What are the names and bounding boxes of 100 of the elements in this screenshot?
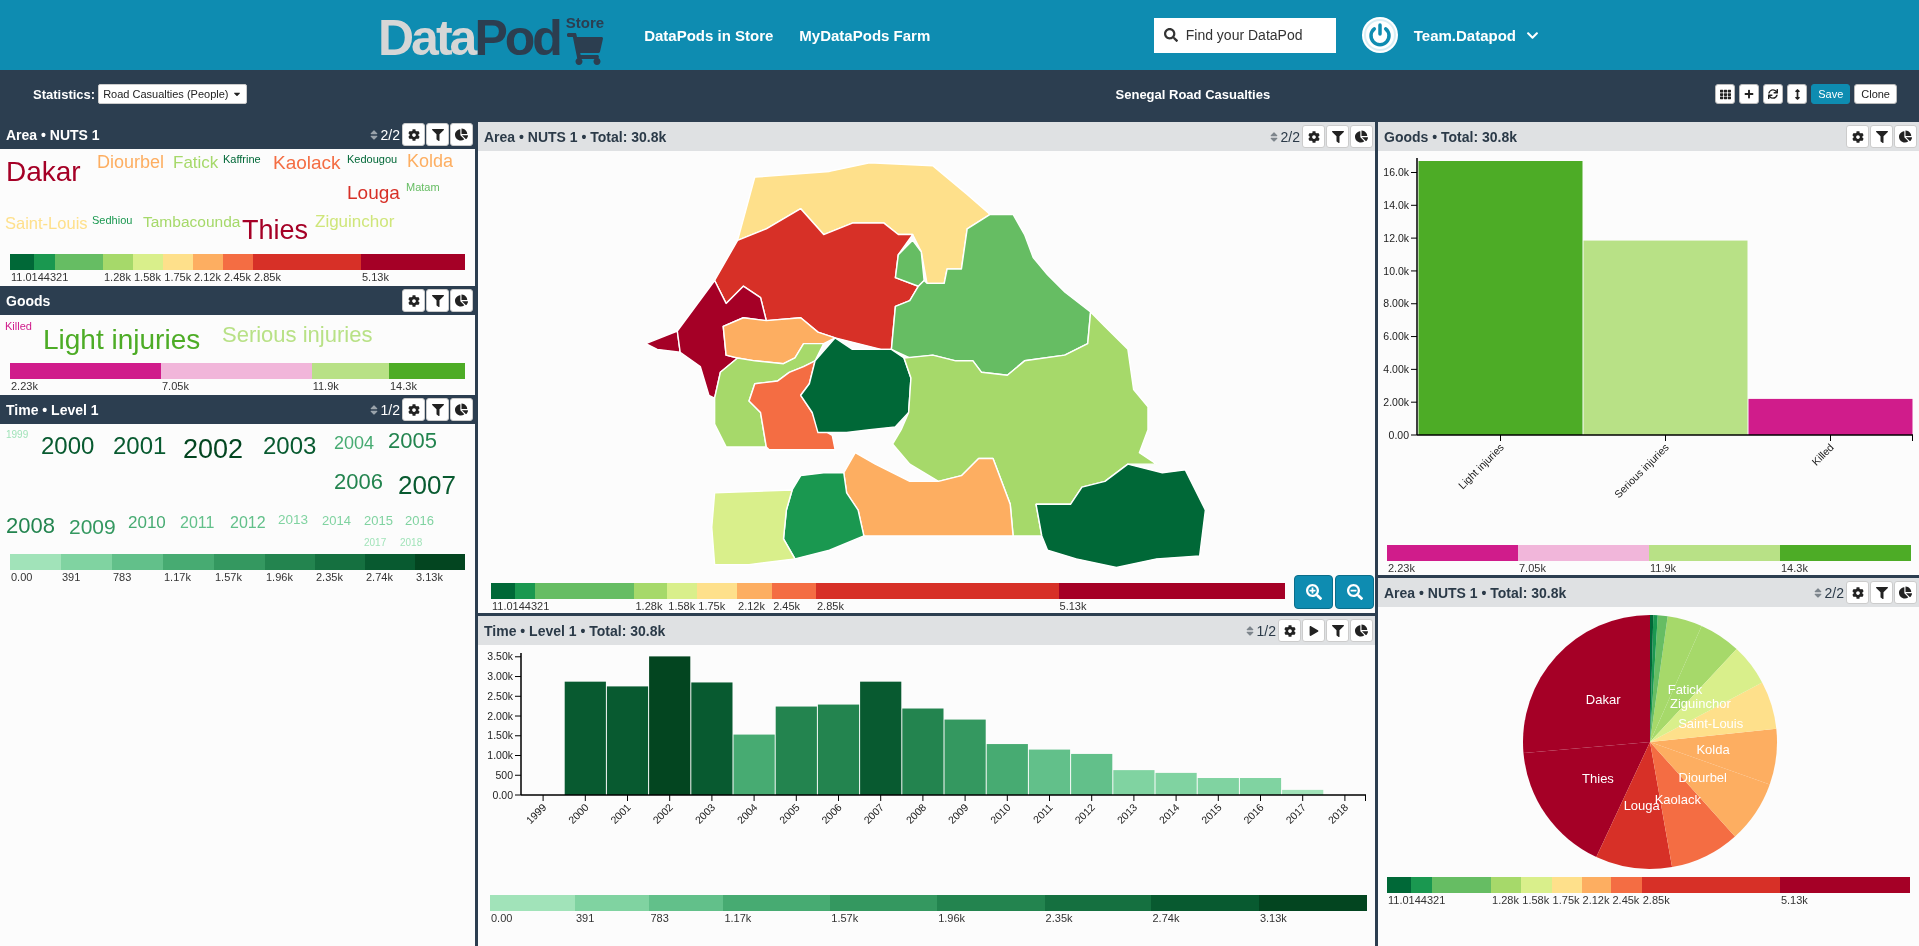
chart-bar[interactable] <box>606 686 649 795</box>
chart-type-button[interactable] <box>1894 125 1917 148</box>
legend-label: 1.96k <box>266 570 293 584</box>
chart-bar[interactable] <box>1748 398 1913 435</box>
cloud-word[interactable]: Thies <box>242 217 309 244</box>
settings-button[interactable] <box>1846 581 1869 604</box>
chart-type-button[interactable] <box>450 123 473 146</box>
clone-button[interactable]: Clone <box>1854 84 1897 104</box>
filter-button[interactable] <box>1870 581 1893 604</box>
resize-button[interactable] <box>1787 84 1808 104</box>
region-shape[interactable] <box>747 360 836 451</box>
cloud-word[interactable]: Kolda <box>407 152 454 170</box>
statistics-select[interactable]: Road Casualties (People) <box>98 84 247 104</box>
chart-bar[interactable] <box>1155 772 1197 795</box>
slice-label: Dakar <box>1585 691 1621 707</box>
region-shape[interactable] <box>894 239 925 287</box>
region-shape[interactable] <box>799 337 912 434</box>
chart-bar[interactable] <box>649 656 691 795</box>
region-shape[interactable] <box>722 317 836 365</box>
cloud-word[interactable]: 2007 <box>398 472 456 498</box>
region-shape[interactable] <box>782 472 865 560</box>
layout-button[interactable] <box>1715 84 1736 104</box>
cloud-word[interactable]: Killed <box>5 321 32 332</box>
region-shape[interactable] <box>713 208 919 351</box>
cloud-word[interactable]: Light injuries <box>43 326 201 354</box>
cloud-word[interactable]: Kedougou <box>347 154 398 165</box>
region-shape[interactable] <box>713 342 824 448</box>
settings-button[interactable] <box>402 398 425 421</box>
nav-link[interactable]: DataPods in Store <box>644 26 774 44</box>
settings-button[interactable] <box>1302 125 1325 148</box>
filter-button[interactable] <box>426 398 449 421</box>
cloud-word[interactable]: Sedhiou <box>92 215 133 226</box>
cloud-word[interactable]: Kaolack <box>273 153 341 172</box>
legend-label: 1.28k <box>104 270 131 284</box>
filter-icon <box>1331 624 1344 637</box>
cloud-word[interactable]: Louga <box>347 183 400 202</box>
search-field[interactable]: Find your DataPod <box>1153 17 1336 53</box>
cloud-word[interactable]: 2009 <box>69 516 116 537</box>
cloud-word[interactable]: 2008 <box>6 515 55 537</box>
region-shape[interactable] <box>736 162 991 285</box>
cloud-word[interactable]: Kaffrine <box>223 154 261 165</box>
search-input[interactable]: Find your DataPod <box>1185 25 1328 45</box>
pie-slice[interactable] <box>1650 728 1777 785</box>
cloud-word[interactable]: Dakar <box>6 158 81 186</box>
cloud-word[interactable]: 2005 <box>388 430 437 452</box>
settings-button[interactable] <box>402 123 425 146</box>
cloud-word[interactable]: 2010 <box>128 514 166 531</box>
region-shape[interactable] <box>644 330 681 353</box>
filter-button[interactable] <box>426 123 449 146</box>
settings-button[interactable] <box>1278 619 1301 642</box>
legend-label: 1.17k <box>724 911 752 925</box>
cloud-word[interactable]: 2006 <box>334 471 383 493</box>
legend-label: 1.96k <box>938 911 966 925</box>
filter-button[interactable] <box>1326 125 1349 148</box>
filter-button[interactable] <box>1870 125 1893 148</box>
region-shape[interactable] <box>890 213 1091 376</box>
region-shape[interactable] <box>891 311 1157 537</box>
power-icon[interactable] <box>1361 17 1398 53</box>
chart-type-button[interactable] <box>1350 619 1373 642</box>
cloud-word[interactable]: 2001 <box>113 434 167 458</box>
chart-bar[interactable] <box>1113 770 1155 795</box>
cloud-word[interactable]: 2003 <box>263 434 317 458</box>
region-shape[interactable] <box>676 279 767 399</box>
chart-type-button[interactable] <box>1350 125 1373 148</box>
region-shape[interactable] <box>710 489 796 566</box>
cloud-word[interactable]: Matam <box>406 182 440 193</box>
cloud-word[interactable]: 2000 <box>41 434 95 458</box>
panel-title: Area • NUTS 1 • Total: 30.8k <box>484 128 667 145</box>
dashboard-title: Senegal Road Casualties <box>1115 86 1271 102</box>
region-shape[interactable] <box>842 451 1014 537</box>
legend-label: 2.12k <box>738 599 765 613</box>
settings-icon <box>407 128 420 141</box>
save-button[interactable]: Save <box>1811 84 1851 104</box>
nav-link[interactable]: MyDataPods Farm <box>799 26 931 44</box>
play-button[interactable] <box>1302 619 1325 642</box>
pie-slice[interactable] <box>1523 615 1650 754</box>
cloud-word[interactable]: 2002 <box>183 436 244 463</box>
chart-type-button[interactable] <box>1894 581 1917 604</box>
pie-slice[interactable] <box>1650 649 1763 742</box>
user-menu-button[interactable]: Team.Datapod <box>1413 26 1539 44</box>
region-shape[interactable] <box>1034 463 1206 569</box>
filter-button[interactable] <box>426 289 449 312</box>
panel-title: Time • Level 1 • Total: 30.8k <box>484 622 666 639</box>
filter-button[interactable] <box>1326 619 1349 642</box>
add-button[interactable] <box>1739 84 1760 104</box>
refresh-button[interactable] <box>1763 84 1784 104</box>
settings-button[interactable] <box>1846 125 1869 148</box>
zoom-in-button[interactable] <box>1294 575 1333 609</box>
cloud-word[interactable]: Diourbel <box>97 153 165 171</box>
chart-bar[interactable] <box>1071 753 1113 795</box>
chart-type-button[interactable] <box>450 398 473 421</box>
chart-type-button[interactable] <box>450 289 473 312</box>
chart-bar[interactable] <box>1028 749 1071 795</box>
cloud-word[interactable]: 2011 <box>180 515 215 531</box>
cloud-word[interactable]: 2004 <box>334 434 375 452</box>
chart-bar[interactable] <box>1282 789 1324 795</box>
logo-wordmark[interactable]: DataPod <box>378 13 560 67</box>
settings-button[interactable] <box>402 289 425 312</box>
zoom-out-button[interactable] <box>1335 575 1374 609</box>
cloud-word[interactable]: 2012 <box>230 515 266 531</box>
